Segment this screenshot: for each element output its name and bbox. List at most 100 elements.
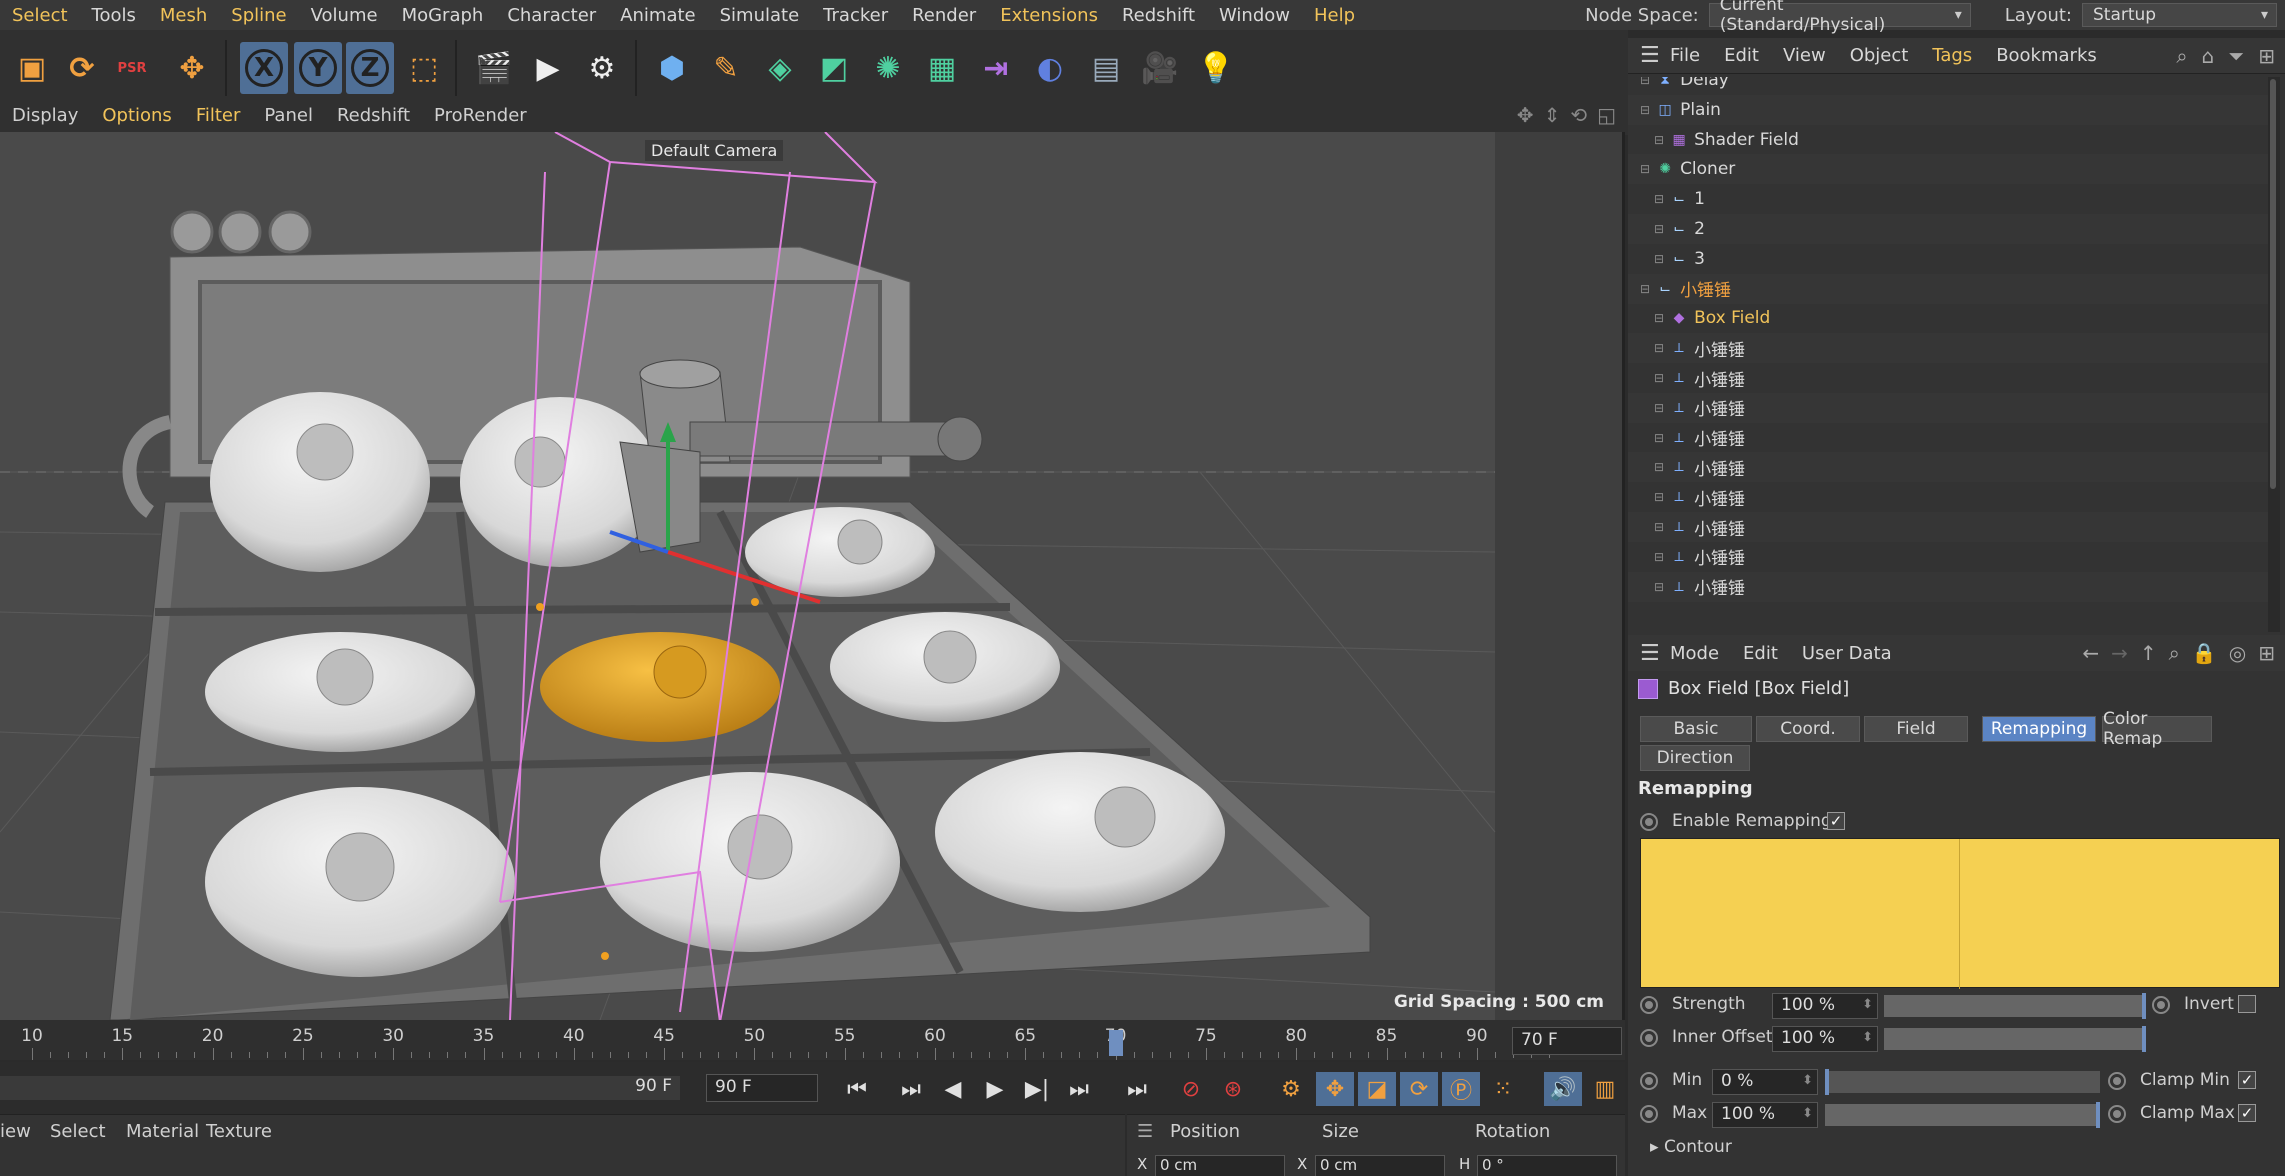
mograph-icon[interactable]: ▦ [918,42,966,94]
prev-frame-icon[interactable]: ◀ [934,1072,972,1106]
maximize-icon[interactable]: ◱ [1597,103,1616,127]
dolly-icon[interactable]: ⇕ [1544,103,1561,127]
timeline-ruler[interactable]: 1015202530354045505560657075808590 70 F [0,1020,1625,1060]
menu-character[interactable]: Character [495,5,608,26]
object-row[interactable]: ⊟⟂小锤锤●● [1628,363,2268,393]
clamp-max-anim-icon[interactable] [2108,1105,2126,1123]
coordinate-system-icon[interactable]: ⬚ [400,42,448,94]
orbit-icon[interactable]: ⟲ [1570,103,1587,127]
object-manager-menu-icon[interactable]: ☰ [1628,43,1660,68]
tree-expander-icon[interactable]: ⊟ [1654,133,1664,147]
inner-offset-anim-icon[interactable] [1640,1029,1658,1047]
invert-checkbox[interactable] [2238,995,2256,1013]
object-row[interactable]: ⊟⟂小锤锤●● [1628,542,2268,572]
invert-anim-icon[interactable] [2152,996,2170,1014]
clamp-max-checkbox[interactable]: ✓ [2238,1104,2256,1122]
key-param-icon[interactable]: Ⓟ [1442,1072,1480,1106]
forward-arrow-icon[interactable]: → [2111,641,2128,665]
tree-expander-icon[interactable]: ⊟ [1654,520,1664,534]
object-menu-file[interactable]: File [1658,45,1712,66]
max-slider[interactable] [1825,1102,2100,1128]
next-key-icon[interactable]: ⏭ [1060,1072,1098,1106]
psr-icon[interactable]: PSR [108,42,156,94]
tree-expander-icon[interactable]: ⊟ [1654,341,1664,355]
min-slider[interactable] [1825,1069,2100,1095]
object-menu-bookmarks[interactable]: Bookmarks [1984,45,2109,66]
tab-remapping[interactable]: Remapping [1982,716,2096,742]
viewport-menu-panel[interactable]: Panel [252,105,325,126]
extrude-icon[interactable]: ◩ [810,42,858,94]
max-slider-knob[interactable] [2096,1102,2100,1128]
tree-expander-icon[interactable]: ⊟ [1654,311,1664,325]
enable-remapping-checkbox[interactable]: ✓ [1827,812,1845,830]
filter-icon[interactable]: ⏷ [2228,44,2244,68]
go-to-start-icon[interactable]: ⏮ [838,1072,876,1106]
record-icon[interactable]: ⊘ [1172,1072,1210,1106]
inner-offset-slider-knob[interactable] [2142,1026,2146,1052]
menu-mesh[interactable]: Mesh [148,5,219,26]
light-icon[interactable]: 💡 [1192,42,1240,94]
cloner-icon[interactable]: ✺ [864,42,912,94]
tree-expander-icon[interactable]: ⊟ [1654,401,1664,415]
key-rotation-icon[interactable]: ⟳ [1400,1072,1438,1106]
play-icon[interactable]: ▶ [976,1072,1014,1106]
object-list-scrollbar[interactable] [2268,77,2280,632]
y-axis-lock-icon[interactable]: Y [294,42,342,94]
menu-help[interactable]: Help [1302,5,1367,26]
render-settings-icon[interactable]: ⚙ [578,42,626,94]
home-icon[interactable]: ⌂ [2202,44,2215,68]
inner-offset-slider[interactable] [1884,1026,2146,1052]
film-strip-icon[interactable]: ▥ [1586,1072,1624,1106]
menu-animate[interactable]: Animate [608,5,707,26]
render-region-icon[interactable]: 🎬 [470,42,518,94]
strength-slider[interactable] [1884,993,2146,1019]
playhead-marker[interactable] [1108,1030,1123,1056]
deformer-icon[interactable]: ⇥ [972,42,1020,94]
attribute-manager-menu-icon[interactable]: ☰ [1628,641,1660,666]
strength-field[interactable]: 100 % [1772,993,1878,1019]
object-row[interactable]: ⊟✺Cloner●●✓ [1628,154,2268,185]
material-menu-view[interactable]: iew [0,1121,31,1142]
pan-icon[interactable]: ✥ [1517,103,1534,127]
menu-volume[interactable]: Volume [299,5,390,26]
preview-range-bar[interactable] [0,1076,680,1100]
object-row[interactable]: ⊟⧗Delay●●✓ [1628,77,2268,95]
viewport-menu-filter[interactable]: Filter [184,105,253,126]
cube-primitive-icon[interactable]: ⬢ [648,42,696,94]
expand-triangle-icon[interactable]: ▸ [1650,1137,1664,1157]
contour-group[interactable]: ▸ Contour [1650,1137,1732,1157]
inner-offset-field[interactable]: 100 % [1772,1026,1878,1052]
tree-expander-icon[interactable]: ⊟ [1640,103,1650,117]
tree-expander-icon[interactable]: ⊟ [1654,580,1664,594]
tree-expander-icon[interactable]: ⊟ [1654,490,1664,504]
menu-spline[interactable]: Spline [219,5,298,26]
coord-menu-icon[interactable]: ☰ [1137,1121,1153,1142]
tab-direction[interactable]: Direction [1640,745,1750,771]
render-view-icon[interactable]: ▶ [524,42,572,94]
tab-basic[interactable]: Basic [1640,716,1752,742]
x-axis-lock-icon[interactable]: X [240,42,288,94]
attr-menu-user-data[interactable]: User Data [1790,643,1904,664]
menu-tools[interactable]: Tools [80,5,148,26]
size-x-field[interactable]: 0 cm [1315,1155,1445,1176]
viewport-menu-display[interactable]: Display [0,105,90,126]
current-frame-field[interactable]: 70 F [1512,1027,1622,1055]
tab-color-remap[interactable]: Color Remap [2102,709,2212,749]
object-row[interactable]: ⊟⌙2●● [1628,214,2268,244]
3d-viewport[interactable]: Default Camera Grid Spacing : 500 cm [0,132,1625,1020]
menu-window[interactable]: Window [1207,5,1302,26]
object-row[interactable]: ⊟⌙小锤锤●● [1628,273,2268,304]
node-space-dropdown[interactable]: Current (Standard/Physical) [1708,0,1971,35]
attr-menu-edit[interactable]: Edit [1731,643,1790,664]
tab-field[interactable]: Field [1864,716,1968,742]
attr-menu-mode[interactable]: Mode [1658,643,1731,664]
object-row[interactable]: ⊟▦Shader Field●●✓ [1628,125,2268,155]
lock-icon[interactable]: 🔒 [2192,641,2217,665]
viewport-menu-prorender[interactable]: ProRender [422,105,539,126]
object-row[interactable]: ⊟⟂小锤锤●● [1628,512,2268,542]
tree-expander-icon[interactable]: ⊟ [1654,550,1664,564]
material-menu-select[interactable]: Select [50,1121,106,1142]
rotate-tool-icon[interactable]: ⟳ [58,42,106,94]
tree-expander-icon[interactable]: ⊟ [1654,460,1664,474]
menu-tracker[interactable]: Tracker [811,5,900,26]
